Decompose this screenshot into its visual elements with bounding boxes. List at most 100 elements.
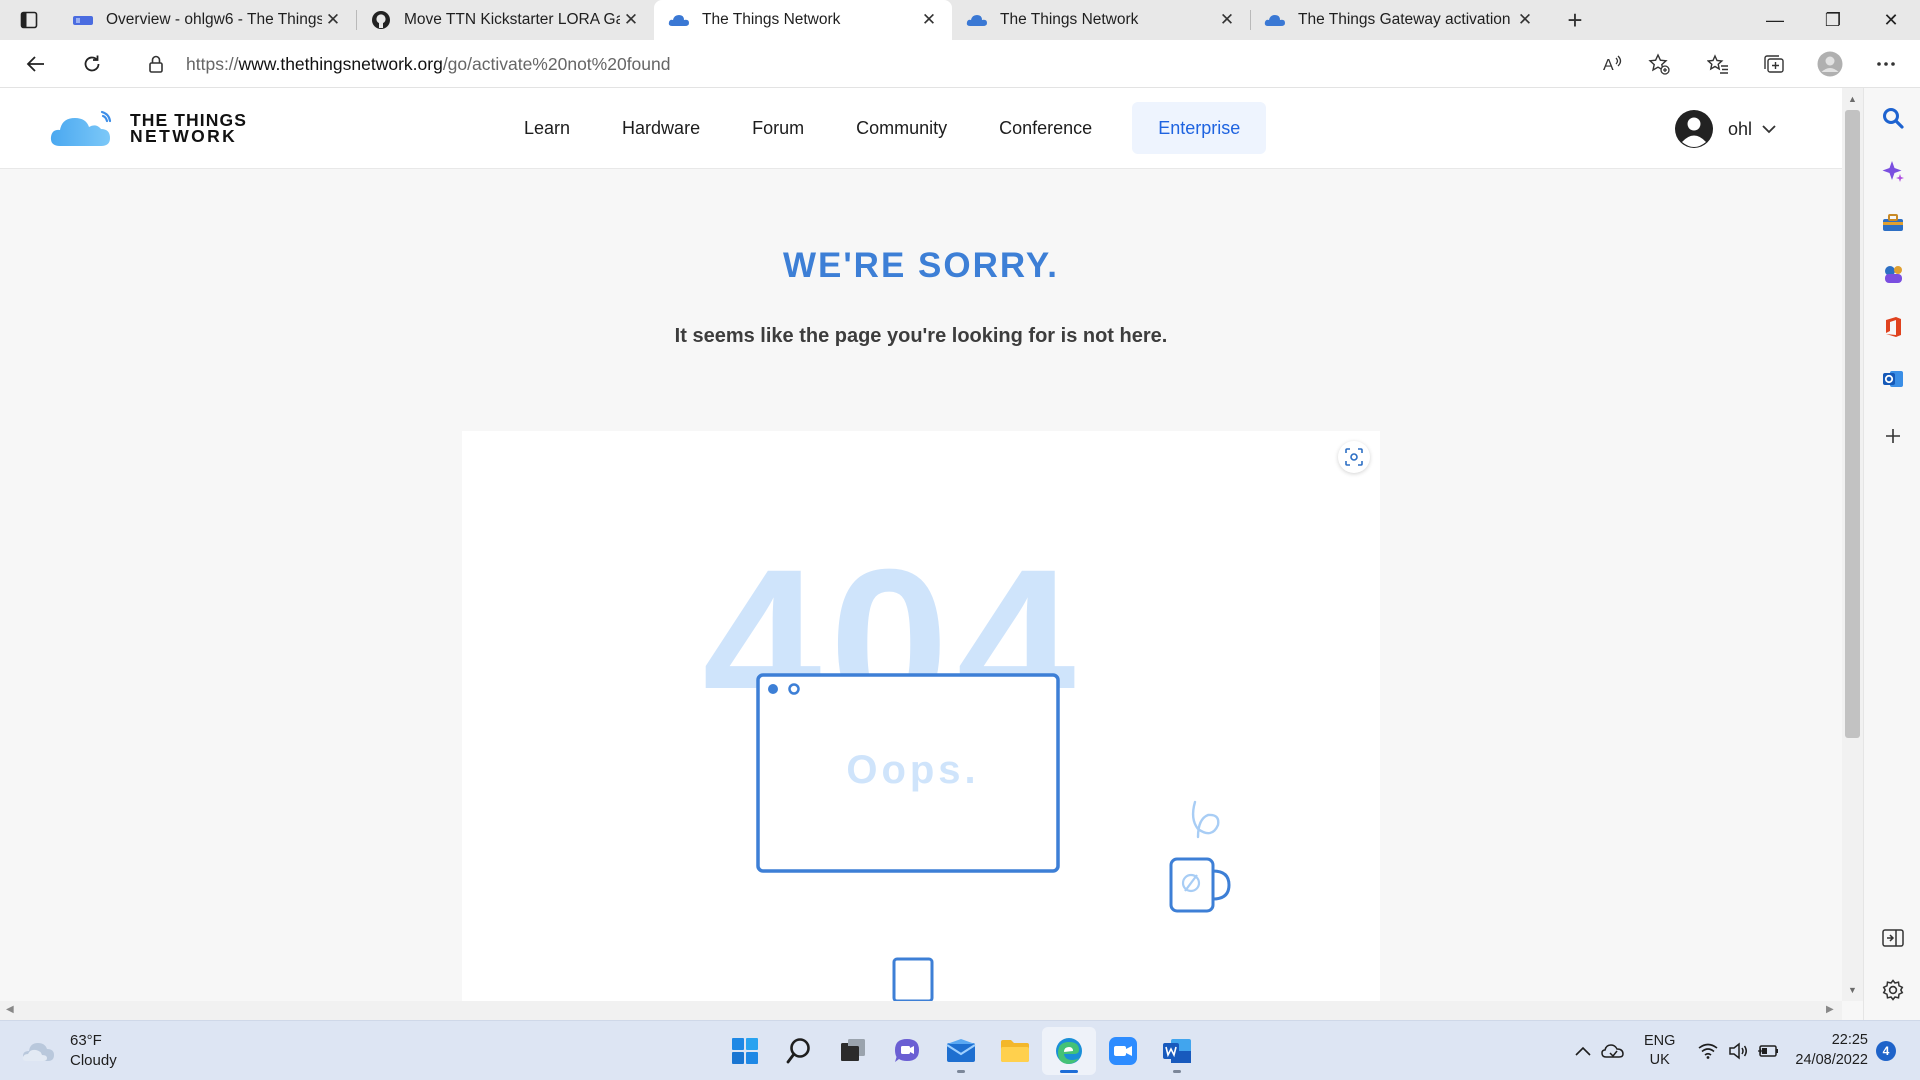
github-icon [370,9,392,31]
sidebar-add-icon[interactable] [1864,416,1920,456]
browser-tab-gateway-activation[interactable]: The Things Gateway activation - ✕ [1250,0,1548,40]
refresh-button[interactable] [64,40,120,88]
profile-avatar-button[interactable] [1802,40,1858,88]
scroll-right-icon[interactable]: ▶ [1826,1004,1834,1015]
wifi-icon[interactable] [1693,1043,1723,1059]
windows-logo-icon [732,1038,758,1064]
edge-logo-icon [1056,1038,1082,1064]
tab-title: The Things Network [702,11,841,28]
horizontal-scrollbar[interactable]: ◀ ▶ [0,1001,1842,1020]
chevron-up-icon [1575,1046,1591,1056]
nav-item-conference[interactable]: Conference [973,102,1118,154]
tab-actions-button[interactable] [0,0,58,40]
weather-widget[interactable]: 63°F Cloudy [22,1031,117,1071]
sidebar-outlook-icon[interactable] [1864,359,1920,399]
close-tab-icon[interactable]: ✕ [1514,10,1536,30]
close-tab-icon[interactable]: ✕ [620,10,642,30]
close-tab-icon[interactable]: ✕ [918,10,940,30]
url-text[interactable]: https://www.thethingsnetwork.org/go/acti… [186,54,670,75]
tab-title: Overview - ohlgw6 - The Things [106,11,322,28]
sidebar-search-icon[interactable] [1864,98,1920,138]
browser-tab-ttn[interactable]: The Things Network ✕ [952,0,1250,40]
steam-icon [1191,800,1220,839]
word-button[interactable] [1150,1027,1204,1075]
monitor-stand [892,957,934,1001]
user-name: ohl [1728,118,1753,139]
tab-title: The Things Gateway activation - [1298,11,1514,28]
nav-item-community[interactable]: Community [830,102,973,154]
nav-item-enterprise[interactable]: Enterprise [1132,102,1267,154]
scroll-down-icon[interactable]: ▼ [1842,985,1863,995]
mug-icon [1169,857,1215,913]
taskbar-search-button[interactable] [772,1027,826,1075]
error-illustration: 404 Oops. [462,431,1380,1001]
edge-browser-button[interactable] [1042,1027,1096,1075]
windows-taskbar: 63°F Cloudy ENG UK 22:25 24/08/2022 4 [0,1020,1920,1080]
nav-item-learn[interactable]: Learn [498,102,596,154]
error-message: It seems like the page you're looking fo… [674,325,1168,347]
sidebar-settings-icon[interactable] [1864,970,1920,1010]
mail-button[interactable] [934,1027,988,1075]
weather-description: Cloudy [70,1052,117,1069]
vertical-scrollbar[interactable]: ▲ ▼ [1842,88,1863,1001]
window-dot-icon [768,684,778,694]
zoom-button[interactable] [1096,1027,1150,1075]
refresh-icon [84,55,100,71]
add-favorite-icon[interactable] [1636,53,1682,75]
oops-text: Oops. [846,748,979,792]
site-header: THE THINGS NETWORK Learn Hardware Forum … [0,88,1842,169]
ttn-logo[interactable]: THE THINGS NETWORK [50,108,247,148]
task-view-button[interactable] [826,1027,880,1075]
nav-item-hardware[interactable]: Hardware [596,102,726,154]
collections-icon[interactable] [1746,40,1802,88]
volume-icon[interactable] [1723,1042,1753,1060]
close-tab-icon[interactable]: ✕ [1216,10,1238,30]
minimize-button[interactable]: — [1746,0,1804,40]
tab-actions-icon [20,11,38,29]
language-code: ENG [1644,1033,1676,1049]
sidebar-office-icon[interactable] [1864,307,1920,347]
browser-tab-github[interactable]: Move TTN Kickstarter LORA Gate ✕ [356,0,654,40]
file-explorer-button[interactable] [988,1027,1042,1075]
teams-chat-button[interactable] [880,1027,934,1075]
lock-icon[interactable] [126,55,186,73]
browser-tab-overview[interactable]: Overview - ohlgw6 - The Things ✕ [58,0,356,40]
sidebar-hide-icon[interactable] [1864,918,1920,958]
logo-text-line2: NETWORK [130,126,238,146]
back-button[interactable] [8,40,64,88]
read-aloud-icon[interactable]: A [1590,53,1636,75]
battery-icon[interactable] [1753,1043,1783,1059]
user-avatar-icon [1675,110,1713,148]
clock-time: 22:25 [1831,1032,1868,1048]
close-tab-icon[interactable]: ✕ [322,10,344,30]
notification-badge[interactable]: 4 [1876,1041,1896,1061]
show-hidden-icons-button[interactable] [1568,1046,1598,1056]
address-bar[interactable]: https://www.thethingsnetwork.org/go/acti… [126,44,1682,84]
scroll-left-icon[interactable]: ◀ [6,1004,14,1015]
url-path: /go/activate%20not%20found [442,53,671,74]
taskbar-apps [718,1027,1204,1075]
sidebar-tools-icon[interactable] [1864,203,1920,243]
browser-tab-ttn-active[interactable]: The Things Network ✕ [654,0,952,40]
sidebar-games-icon[interactable] [1864,255,1920,295]
close-window-button[interactable]: ✕ [1862,0,1920,40]
favorites-icon[interactable] [1690,40,1746,88]
more-menu-icon[interactable] [1858,40,1914,88]
nav-item-forum[interactable]: Forum [726,102,830,154]
chevron-down-icon [1762,124,1776,133]
new-tab-button[interactable]: + [1548,0,1602,40]
user-menu[interactable]: ohl [1674,109,1776,149]
start-button[interactable] [718,1027,772,1075]
system-tray: ENG UK [1568,1031,1783,1071]
onedrive-icon[interactable] [1598,1042,1628,1060]
svg-text:A: A [1603,57,1614,74]
restore-button[interactable]: ❐ [1804,0,1862,40]
language-indicator[interactable]: ENG UK [1644,1032,1675,1070]
scroll-up-icon[interactable]: ▲ [1842,94,1863,104]
main-nav: Learn Hardware Forum Community Conferenc… [498,102,1267,154]
scrollbar-thumb[interactable] [1845,110,1860,738]
clock[interactable]: 22:25 24/08/2022 [1780,1030,1868,1070]
sidebar-discover-icon[interactable] [1864,151,1920,191]
tab-title: The Things Network [1000,11,1139,28]
url-domain: www.thethingsnetwork.org [238,53,443,74]
